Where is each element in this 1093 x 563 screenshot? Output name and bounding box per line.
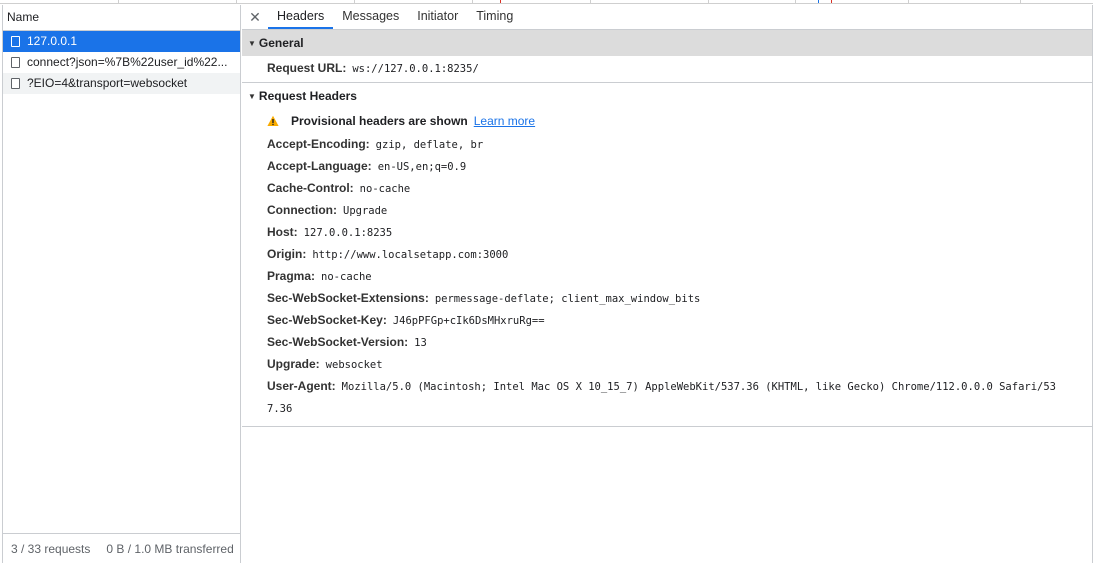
name-column-header[interactable]: Name: [3, 5, 240, 31]
timeline-tick: [590, 0, 591, 3]
timeline-tick: [236, 0, 237, 3]
header-name: Connection:: [267, 203, 337, 217]
request-name: 127.0.0.1: [27, 34, 78, 48]
timeline-marker-red: [831, 0, 832, 3]
timeline-tick: [908, 0, 909, 3]
timeline-tick: [1020, 0, 1021, 3]
header-value: no-cache: [359, 183, 411, 195]
request-row[interactable]: ?EIO=4&transport=websocket: [3, 73, 240, 94]
header-name: Cache-Control:: [267, 181, 354, 195]
header-row: Accept-Language: en-US,en;q=0.9: [242, 155, 1092, 177]
warning-icon: [267, 115, 279, 126]
header-name: Origin:: [267, 247, 307, 261]
warning-text: Provisional headers are shown: [291, 114, 468, 128]
general-section-header[interactable]: ▼ General: [242, 30, 1092, 56]
provisional-headers-warning: Provisional headers are shown Learn more: [242, 109, 1092, 133]
header-row: Upgrade: websocket: [242, 353, 1092, 375]
header-row: Sec-WebSocket-Extensions: permessage-defl…: [242, 287, 1092, 309]
header-row: Sec-WebSocket-Key: J46pPFGp+cIk6DsMHxruRg…: [242, 309, 1092, 331]
header-value: gzip, deflate, br: [375, 139, 484, 151]
header-value: http://www.localsetapp.com:3000: [312, 249, 509, 261]
header-value-continuation: 7.36: [267, 403, 293, 415]
timeline-tick: [795, 0, 796, 3]
tab-headers[interactable]: Headers: [268, 5, 334, 29]
header-row: Pragma: no-cache: [242, 265, 1092, 287]
request-name: connect?json=%7B%22user_id%22...: [27, 55, 228, 69]
header-value: ws://127.0.0.1:8235/: [352, 63, 479, 75]
detail-tab-bar: ✕ Headers Messages Initiator Timing: [242, 5, 1092, 30]
section-title: Request Headers: [258, 89, 357, 103]
header-row: Accept-Encoding: gzip, deflate, br: [242, 133, 1092, 155]
timeline-marker-blue: [818, 0, 819, 3]
request-detail-panel: ✕ Headers Messages Initiator Timing ▼ Ge…: [242, 5, 1093, 563]
header-name: Accept-Language:: [267, 159, 372, 173]
request-headers-section-header[interactable]: ▼ Request Headers: [242, 83, 1092, 109]
transferred-size: 0 B / 1.0 MB transferred: [106, 541, 234, 556]
header-row-user-agent: User-Agent: Mozilla/5.0 (Macintosh; Inte…: [242, 375, 1092, 420]
request-list-panel: Name 127.0.0.1 connect?json=%7B%22user_i…: [2, 5, 241, 563]
learn-more-link[interactable]: Learn more: [474, 114, 535, 128]
tab-initiator[interactable]: Initiator: [408, 5, 467, 29]
header-row: Connection: Upgrade: [242, 199, 1092, 221]
request-header-list: Accept-Encoding: gzip, deflate, br Accept-…: [242, 133, 1092, 375]
document-icon: [11, 36, 20, 47]
header-row: Sec-WebSocket-Version: 13: [242, 331, 1092, 353]
request-row[interactable]: connect?json=%7B%22user_id%22...: [3, 52, 240, 73]
network-status-bar: 3 / 33 requests 0 B / 1.0 MB transferred: [3, 533, 240, 563]
header-name: Sec-WebSocket-Version:: [267, 335, 409, 349]
section-title: General: [258, 36, 304, 50]
timeline-tick: [354, 0, 355, 3]
timeline-tick: [472, 0, 473, 3]
header-value: websocket: [325, 359, 383, 371]
header-value: Mozilla/5.0 (Macintosh; Intel Mac OS X 1…: [341, 381, 1057, 393]
timeline-marker-red: [500, 0, 501, 3]
header-name: Pragma:: [267, 269, 316, 283]
header-name: Upgrade:: [267, 357, 320, 371]
header-name: Accept-Encoding:: [267, 137, 370, 151]
collapse-triangle-icon: ▼: [248, 91, 256, 101]
header-row: Origin: http://www.localsetapp.com:3000: [242, 243, 1092, 265]
timeline-overview-strip: [0, 0, 1093, 4]
close-icon[interactable]: ✕: [242, 5, 268, 29]
request-count: 3 / 33 requests: [11, 541, 91, 556]
header-name: Host:: [267, 225, 298, 239]
tab-timing[interactable]: Timing: [467, 5, 522, 29]
section-divider: [242, 426, 1092, 427]
request-name: ?EIO=4&transport=websocket: [27, 76, 188, 90]
header-value: J46pPFGp+cIk6DsMHxruRg==: [392, 315, 545, 327]
header-value: 13: [414, 337, 427, 349]
header-name: Sec-WebSocket-Key:: [267, 313, 387, 327]
request-row[interactable]: 127.0.0.1: [3, 31, 240, 52]
document-icon: [11, 57, 20, 68]
timeline-tick: [118, 0, 119, 3]
collapse-triangle-icon: ▼: [248, 38, 256, 48]
header-value: no-cache: [321, 271, 372, 283]
header-value: permessage-deflate; client_max_window_bi…: [434, 293, 701, 305]
header-name: Sec-WebSocket-Extensions:: [267, 291, 429, 305]
timeline-tick: [708, 0, 709, 3]
header-row: Host: 127.0.0.1:8235: [242, 221, 1092, 243]
header-name: Request URL:: [267, 61, 347, 75]
header-row: Cache-Control: no-cache: [242, 177, 1092, 199]
header-value: en-US,en;q=0.9: [377, 161, 467, 173]
header-value: 127.0.0.1:8235: [303, 227, 393, 239]
header-row: Request URL: ws://127.0.0.1:8235/: [242, 56, 1092, 82]
document-icon: [11, 78, 20, 89]
header-value: Upgrade: [343, 205, 388, 217]
header-name: User-Agent:: [267, 379, 336, 393]
tab-messages[interactable]: Messages: [333, 5, 408, 29]
